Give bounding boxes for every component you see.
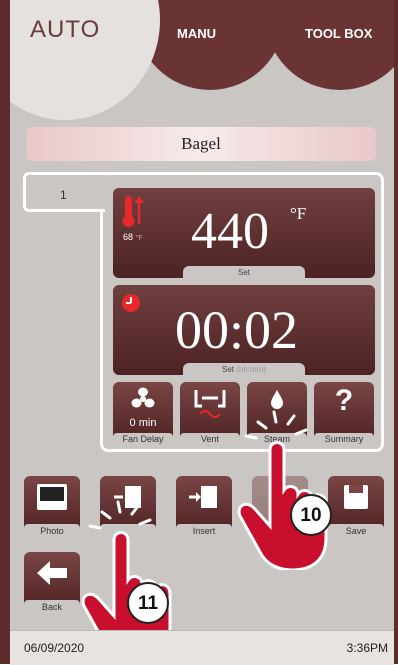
tab-auto-label[interactable]: AUTO bbox=[30, 16, 100, 44]
tab-manu-label[interactable]: MANU bbox=[177, 26, 216, 41]
step-tab-joint bbox=[100, 175, 106, 209]
oven-control-device: AUTO MANU TOOL BOX Bagel 1 68 °F 440 °F … bbox=[0, 0, 398, 665]
timer-panel[interactable]: 00:02 Set (hh:mm) bbox=[113, 285, 375, 375]
callout-11-badge: 11 bbox=[127, 582, 169, 624]
clock-icon bbox=[122, 294, 140, 312]
step-number: 1 bbox=[60, 188, 67, 202]
tab-toolbox-label[interactable]: TOOL BOX bbox=[305, 26, 372, 41]
fan-delay-label: Fan Delay bbox=[113, 433, 173, 446]
callout-10-badge: 10 bbox=[290, 494, 332, 536]
set-temperature-value[interactable]: 440 bbox=[191, 202, 269, 261]
temperature-panel[interactable]: 68 °F 440 °F Set bbox=[113, 188, 375, 278]
timer-set-label: Set (hh:mm) bbox=[183, 363, 305, 375]
fan-delay-value: 0 min bbox=[129, 417, 157, 429]
status-time: 3:36PM bbox=[346, 641, 388, 655]
fan-delay-button[interactable]: 0 min Fan Delay bbox=[113, 382, 173, 446]
status-bar: 06/09/2020 3:36PM bbox=[10, 630, 394, 665]
set-time-value[interactable]: 00:02 bbox=[175, 299, 298, 361]
timer-format-hint: (hh:mm) bbox=[236, 365, 267, 374]
actual-temperature: 68 °F bbox=[123, 232, 143, 242]
temperature-unit: °F bbox=[290, 204, 307, 223]
actual-temperature-value: 68 bbox=[123, 232, 134, 242]
tab-toolbox[interactable] bbox=[265, 0, 394, 90]
status-date: 06/09/2020 bbox=[24, 641, 85, 655]
recipe-name-field[interactable]: Bagel bbox=[26, 127, 376, 161]
timer-set-text: Set bbox=[221, 365, 234, 374]
temperature-set-label: Set bbox=[183, 266, 305, 278]
tap-hand-icon bbox=[237, 410, 328, 570]
thermometer-icon bbox=[122, 196, 144, 227]
fan-icon bbox=[113, 386, 173, 417]
actual-temperature-unit: °F bbox=[135, 235, 143, 242]
